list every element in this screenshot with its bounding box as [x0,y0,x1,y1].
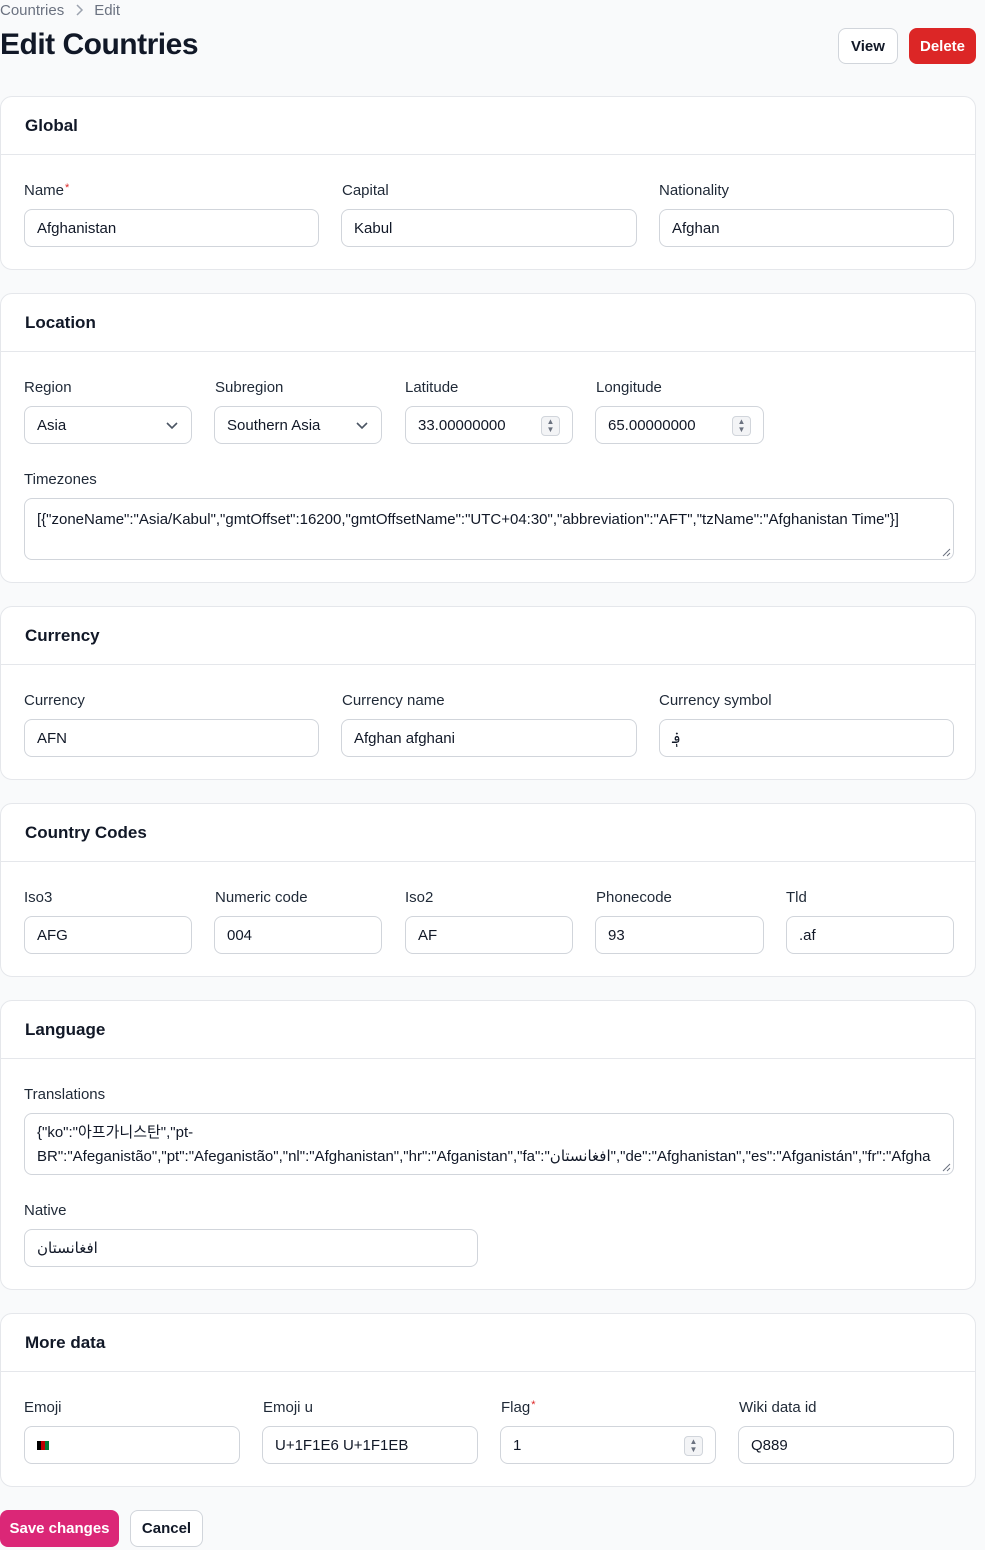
currency-symbol-label: Currency symbol [659,692,772,709]
chevron-down-icon [356,422,368,430]
timezones-textarea[interactable]: [{"zoneName":"Asia/Kabul","gmtOffset":16… [24,498,954,560]
currency-name-label: Currency name [342,692,445,709]
native-label: Native [24,1202,67,1219]
section-country-codes: Country Codes Iso3 AFG Numeric code 004 … [0,803,976,977]
numeric-code-field[interactable]: 004 [214,916,382,954]
cancel-button[interactable]: Cancel [130,1510,203,1547]
flag-label: Flag* [501,1399,536,1416]
subregion-select[interactable]: Southern Asia [214,406,382,444]
save-changes-button[interactable]: Save changes [0,1510,119,1547]
flag-value: 1 [513,1436,522,1454]
section-header: Country Codes [1,804,975,862]
longitude-label: Longitude [596,379,662,396]
emoji-u-field[interactable]: U+1F1E6 U+1F1EB [262,1426,478,1464]
translations-textarea[interactable]: {"ko":"아프가니스탄","pt- BR":"Afeganistão","p… [24,1113,954,1175]
phonecode-field[interactable]: 93 [595,916,764,954]
name-label: Name* [24,182,70,199]
afghanistan-flag-icon [37,1440,49,1450]
view-button[interactable]: View [838,28,898,64]
tld-field[interactable]: .af [786,916,954,954]
section-title: More data [25,1332,106,1352]
iso3-field[interactable]: AFG [24,916,192,954]
iso2-label: Iso2 [405,889,434,906]
section-header: Currency [1,607,975,665]
resize-handle-icon[interactable] [942,1163,951,1172]
numeric-code-label: Numeric code [215,889,308,906]
flag-field[interactable]: 1 ▲ ▼ [500,1426,716,1464]
iso3-label: Iso3 [24,889,53,906]
spinner-icon[interactable]: ▲ ▼ [732,416,751,436]
currency-field[interactable]: AFN [24,719,319,757]
subregion-label: Subregion [215,379,284,396]
section-header: Language [1,1001,975,1059]
translations-line: {"ko":"아프가니스탄","pt- [37,1124,194,1141]
iso2-field[interactable]: AF [405,916,573,954]
chevron-right-icon [74,3,84,19]
capital-label: Capital [342,182,389,199]
breadcrumb-countries-link[interactable]: Countries [0,2,64,19]
spinner-icon[interactable]: ▲ ▼ [684,1436,703,1456]
emoji-u-label: Emoji u [263,1399,314,1416]
section-header: More data [1,1314,975,1372]
emoji-field[interactable] [24,1426,240,1464]
translations-line: BR":"Afeganistão","pt":"Afeganistão","nl… [37,1148,931,1165]
latitude-field[interactable]: 33.00000000 ▲ ▼ [405,406,573,444]
region-select[interactable]: Asia [24,406,192,444]
nationality-label: Nationality [659,182,730,199]
name-field[interactable]: Afghanistan [24,209,319,247]
section-global: Global Name* Afghanistan Capital Kabul N… [0,96,976,270]
emoji-label: Emoji [24,1399,62,1416]
longitude-value: 65.00000000 [608,416,696,434]
latitude-value: 33.00000000 [418,416,506,434]
section-title: Location [25,312,96,332]
section-title: Global [25,115,78,135]
spinner-icon[interactable]: ▲ ▼ [541,416,560,436]
region-label: Region [24,379,72,396]
capital-field[interactable]: Kabul [341,209,637,247]
required-indicator: * [65,182,70,194]
native-field[interactable]: افغانستان [24,1229,478,1267]
section-language: Language Translations {"ko":"아프가니스탄","pt… [0,1000,976,1290]
currency-name-field[interactable]: Afghan afghani [341,719,637,757]
timezones-value: [{"zoneName":"Asia/Kabul","gmtOffset":16… [37,511,899,528]
tld-label: Tld [786,889,807,906]
section-currency: Currency Currency AFN Currency name Afgh… [0,606,976,780]
currency-symbol-field[interactable]: ؋ [659,719,954,757]
subregion-value: Southern Asia [227,416,321,434]
chevron-down-icon [166,422,178,430]
nationality-field[interactable]: Afghan [659,209,954,247]
longitude-field[interactable]: 65.00000000 ▲ ▼ [595,406,764,444]
section-more-data: More data Emoji Emoji u U+1F1E6 U+1F1EB … [0,1313,976,1487]
resize-handle-icon[interactable] [942,548,951,557]
region-value: Asia [37,416,67,434]
latitude-label: Latitude [405,379,459,396]
section-location: Location Region Asia Subregion Southern … [0,293,976,583]
required-indicator: * [531,1399,536,1411]
wiki-data-id-label: Wiki data id [739,1399,817,1416]
section-title: Country Codes [25,822,147,842]
section-header: Global [1,97,975,155]
wiki-data-id-field[interactable]: Q889 [738,1426,954,1464]
breadcrumb: Countries Edit [0,2,120,19]
page-title: Edit Countries [0,28,199,61]
section-title: Language [25,1019,106,1039]
section-title: Currency [25,625,100,645]
section-header: Location [1,294,975,352]
phonecode-label: Phonecode [596,889,672,906]
timezones-label: Timezones [24,471,97,488]
translations-label: Translations [24,1086,106,1103]
delete-button[interactable]: Delete [909,28,976,64]
currency-label: Currency [24,692,85,709]
breadcrumb-current: Edit [94,2,121,19]
